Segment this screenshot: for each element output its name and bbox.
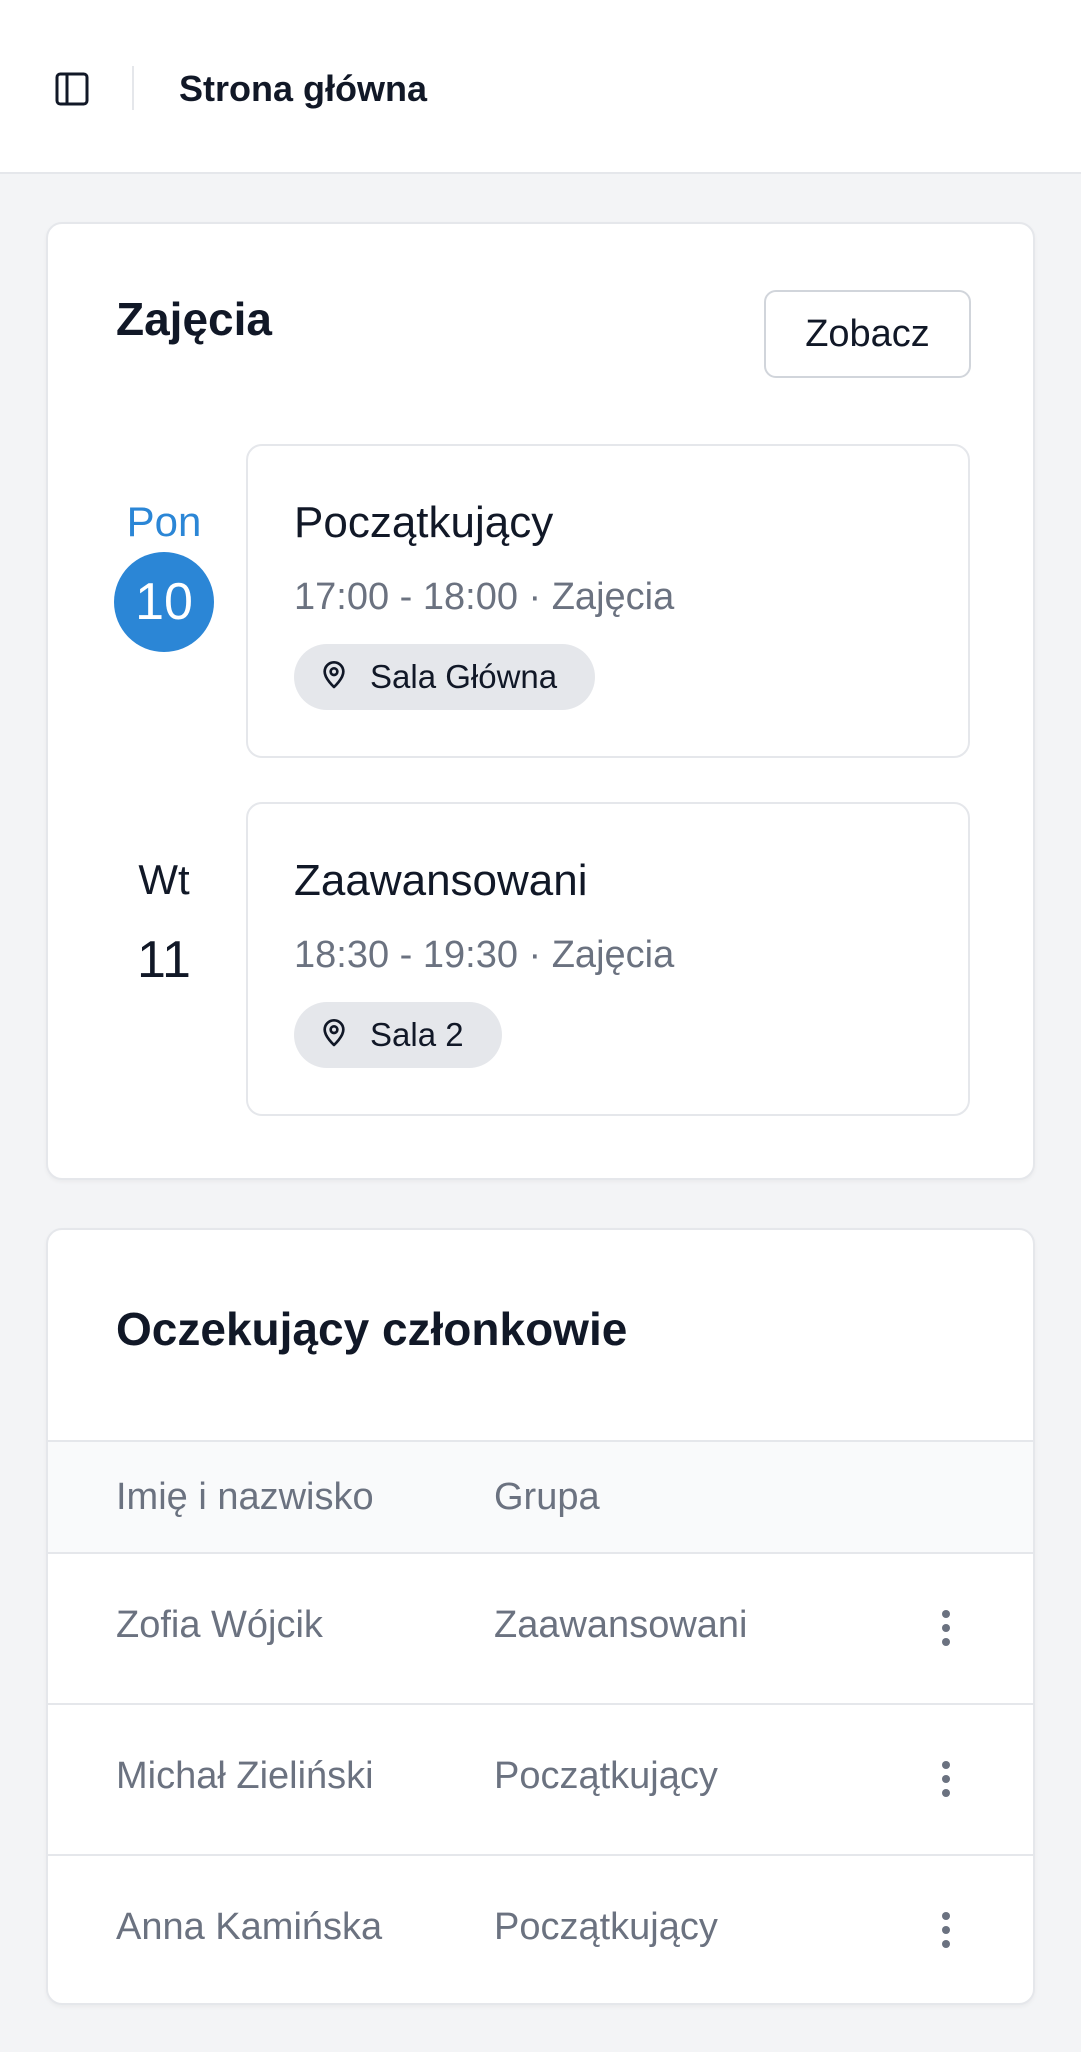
- event-card[interactable]: Zaawansowani 18:30 - 19:30 · Zajęcia Sal…: [246, 802, 970, 1116]
- member-group: Początkujący: [494, 1906, 718, 1948]
- event-time: 18:30 - 19:30 · Zajęcia: [294, 934, 675, 976]
- top-bar: Strona główna: [0, 0, 1081, 174]
- room-label: Sala 2: [370, 1016, 464, 1053]
- table-row: Anna Kamińska Początkujący: [48, 1856, 1033, 2003]
- member-name: Michał Zieliński: [116, 1755, 374, 1797]
- table-row: Zofia Wójcik Zaawansowani: [48, 1554, 1033, 1705]
- day-monday: Pon 10: [114, 496, 214, 652]
- day-number: 11: [137, 931, 191, 989]
- pending-members-title: Oczekujący członkowie: [116, 1303, 628, 1355]
- member-name: Zofia Wójcik: [116, 1604, 323, 1646]
- table-row: Michał Zieliński Początkujący: [48, 1705, 1033, 1856]
- event-card[interactable]: Początkujący 17:00 - 18:00 · Zajęcia Sal…: [246, 444, 970, 758]
- classes-card: Zajęcia Zobacz Pon 10 Początkujący 17:00…: [46, 222, 1035, 1180]
- event-time: 17:00 - 18:00 · Zajęcia: [294, 576, 675, 618]
- more-vertical-icon[interactable]: [916, 1900, 976, 1960]
- day-number-badge: 10: [114, 552, 214, 652]
- event-name: Zaawansowani: [294, 856, 588, 905]
- room-badge: Sala Główna: [294, 644, 596, 710]
- day-name: Wt: [138, 856, 190, 903]
- member-group: Zaawansowani: [494, 1604, 748, 1646]
- day-name: Pon: [126, 498, 202, 545]
- table-header: Imię i nazwisko Grupa: [48, 1440, 1033, 1554]
- sidebar-panel-icon[interactable]: [46, 63, 98, 115]
- room-badge: Sala 2: [294, 1002, 502, 1068]
- page-title: Strona główna: [179, 68, 428, 109]
- member-group: Początkujący: [494, 1755, 718, 1797]
- classes-title: Zajęcia: [116, 293, 272, 345]
- column-header-name: Imię i nazwisko: [116, 1476, 374, 1518]
- more-vertical-icon[interactable]: [916, 1749, 976, 1809]
- view-button[interactable]: Zobacz: [764, 290, 971, 378]
- map-pin-icon: [318, 659, 350, 696]
- room-label: Sala Główna: [370, 658, 558, 695]
- map-pin-icon: [318, 1017, 350, 1054]
- topbar-divider: [132, 66, 134, 110]
- pending-members-card: Oczekujący członkowie Imię i nazwisko Gr…: [46, 1228, 1035, 2005]
- member-name: Anna Kamińska: [116, 1906, 383, 1948]
- day-tuesday: Wt 11: [114, 854, 214, 1010]
- event-name: Początkujący: [294, 498, 554, 547]
- column-header-group: Grupa: [494, 1476, 600, 1518]
- more-vertical-icon[interactable]: [916, 1598, 976, 1658]
